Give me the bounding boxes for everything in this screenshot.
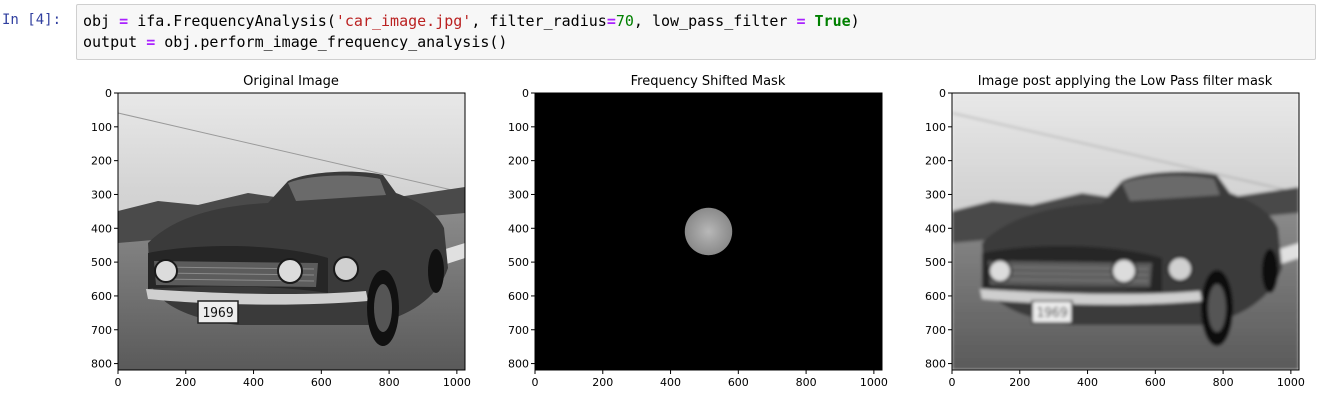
y-tick-label: 0 (105, 87, 112, 100)
y-tick-label: 700 (91, 324, 112, 337)
x-tick-label: 0 (532, 376, 539, 389)
panel-title-mask: Frequency Shifted Mask (631, 74, 786, 89)
low-pass-mask-circle (684, 207, 733, 256)
x-tick-label: 400 (660, 376, 681, 389)
x-tick-label: 0 (949, 376, 956, 389)
panel-filtered: Image post applying the Low Pass filter … (925, 74, 1305, 389)
x-tick-label: 200 (592, 376, 613, 389)
output-figure: 1969 Original Image 0 200 400 600 800 1000010… (91, 74, 1305, 389)
y-tick-label: 600 (91, 290, 112, 303)
y-tick-label: 100 (925, 121, 946, 134)
y-tick-label: 200 (91, 155, 112, 168)
x-tick-label: 1000 (860, 376, 888, 389)
x-tick-label: 0 (115, 376, 122, 389)
x-tick-label: 400 (1077, 376, 1098, 389)
y-tick-label: 500 (508, 256, 529, 269)
x-tick-label: 600 (1145, 376, 1166, 389)
x-tick-label: 1000 (1277, 376, 1305, 389)
code-cell-input[interactable]: obj = ifa.FrequencyAnalysis('car_image.j… (76, 4, 1316, 60)
x-tick-label: 600 (311, 376, 332, 389)
code-text: obj = ifa.FrequencyAnalysis('car_image.j… (83, 12, 860, 51)
y-tick-label: 600 (508, 290, 529, 303)
y-tick-label: 800 (508, 358, 529, 371)
y-tick-label: 800 (925, 358, 946, 371)
y-tick-label: 400 (508, 222, 529, 235)
y-tick-label: 400 (91, 222, 112, 235)
x-tick-label: 200 (1009, 376, 1030, 389)
panel-original: Original Image 0 200 400 600 800 1000 0 100 200 3… (91, 74, 471, 389)
panel-title-original: Original Image (243, 74, 339, 89)
y-tick-label: 200 (925, 155, 946, 168)
y-tick-label: 300 (508, 188, 529, 201)
x-tick-label: 600 (728, 376, 749, 389)
y-tick-label: 700 (508, 324, 529, 337)
panel-mask: Frequency Shifted Mask 0 200 400 600 800 1000… (508, 74, 888, 389)
y-tick-label: 400 (925, 222, 946, 235)
x-tick-label: 200 (175, 376, 196, 389)
x-tick-label: 800 (1213, 376, 1234, 389)
y-tick-label: 0 (522, 87, 529, 100)
panel-title-filtered: Image post applying the Low Pass filter … (978, 74, 1273, 89)
y-tick-label: 0 (939, 87, 946, 100)
y-tick-label: 100 (508, 121, 529, 134)
original-car-image (118, 93, 465, 370)
x-tick-label: 800 (379, 376, 400, 389)
cell-prompt: In [4]: (2, 12, 62, 28)
y-tick-label: 700 (925, 324, 946, 337)
x-tick-label: 400 (243, 376, 264, 389)
x-tick-label: 1000 (443, 376, 471, 389)
y-tick-label: 200 (508, 155, 529, 168)
y-tick-label: 300 (925, 188, 946, 201)
y-tick-label: 800 (91, 358, 112, 371)
filtered-car-image (952, 93, 1299, 370)
y-tick-label: 300 (91, 188, 112, 201)
y-tick-label: 100 (91, 121, 112, 134)
x-tick-label: 800 (796, 376, 817, 389)
y-tick-label: 600 (925, 290, 946, 303)
y-tick-label: 500 (925, 256, 946, 269)
y-tick-label: 500 (91, 256, 112, 269)
